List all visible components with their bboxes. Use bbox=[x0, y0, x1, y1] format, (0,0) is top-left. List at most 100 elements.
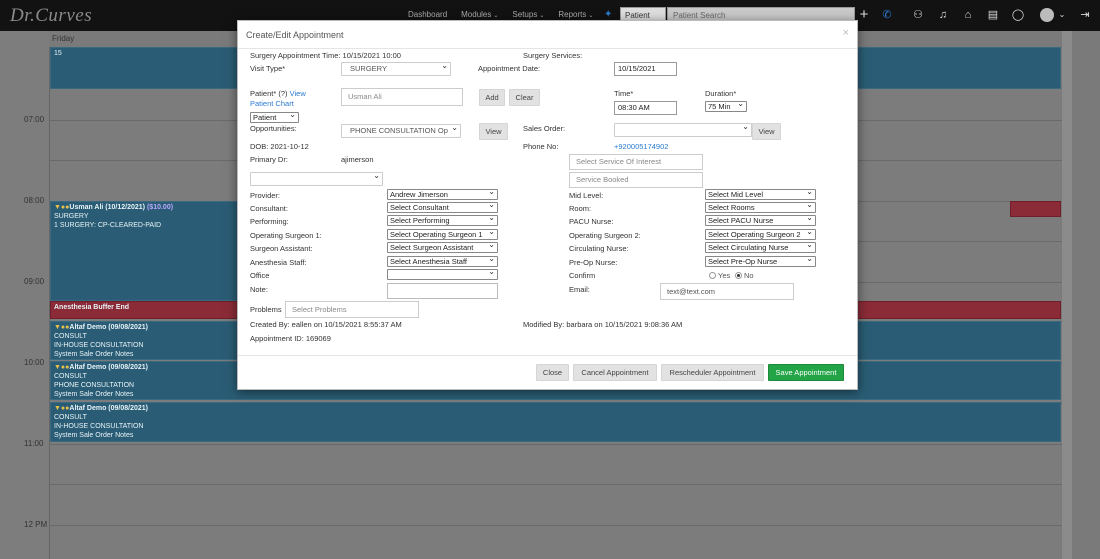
time-label: Time* bbox=[614, 89, 634, 98]
phone-label: Phone No: bbox=[523, 142, 559, 151]
visit-type-select[interactable]: SURGERY bbox=[341, 62, 451, 76]
operating-surgeon-2-label: Operating Surgeon 2: bbox=[569, 231, 641, 240]
confirm-no-radio[interactable] bbox=[735, 272, 742, 279]
menu-dashboard[interactable]: Dashboard bbox=[408, 10, 447, 19]
phone-icon[interactable]: ✆ bbox=[879, 7, 895, 23]
brand-logo[interactable]: Dr.Curves bbox=[10, 5, 92, 27]
surgeon-assistant-select[interactable]: Select Surgeon Assistant bbox=[387, 242, 498, 253]
close-icon[interactable]: × bbox=[843, 27, 849, 39]
primary-dr-label: Primary Dr: bbox=[250, 155, 288, 164]
performing-select[interactable]: Select Performing bbox=[387, 215, 498, 226]
calendar-event[interactable]: ▼●●Altaf Demo (09/08/2021) CONSULT IN-HO… bbox=[50, 402, 1061, 442]
appointment-date-label: Appointment Date: bbox=[478, 64, 541, 73]
circulating-nurse-select[interactable]: Select Circulating Nurse bbox=[705, 242, 816, 253]
opportunities-select[interactable]: PHONE CONSULTATION Op bbox=[341, 124, 461, 138]
provider-select[interactable]: Andrew Jimerson bbox=[387, 189, 498, 200]
pacu-nurse-label: PACU Nurse: bbox=[569, 217, 614, 226]
problems-label: Problems bbox=[250, 305, 282, 314]
duration-label: Duration* bbox=[705, 89, 737, 98]
office-label: Office bbox=[250, 271, 270, 280]
modal-title: Create/Edit Appointment bbox=[246, 30, 344, 40]
time-label: 08:00 bbox=[24, 196, 45, 205]
patient-type-select[interactable]: Patient bbox=[250, 112, 299, 123]
appointment-date-input[interactable]: 10/15/2021 bbox=[614, 62, 677, 76]
room-select[interactable]: Select Rooms bbox=[705, 202, 816, 213]
modified-by-text: Modified By: barbara on 10/15/2021 9:08:… bbox=[523, 320, 683, 329]
save-appointment-button[interactable]: Save Appointment bbox=[768, 364, 844, 381]
patient-label: Patient* (?) View Patient Chart bbox=[250, 89, 306, 108]
note-label: Note: bbox=[250, 285, 268, 294]
message-icon[interactable]: ▤ bbox=[985, 7, 1001, 23]
performing-label: Performing: bbox=[250, 217, 289, 226]
confirm-no-label: No bbox=[744, 271, 754, 280]
sales-order-label: Sales Order: bbox=[523, 124, 566, 133]
view-opportunity-button[interactable]: View bbox=[479, 123, 508, 140]
menu-setups[interactable]: Setups ⌄ bbox=[512, 10, 544, 19]
avatar[interactable] bbox=[1040, 8, 1054, 22]
menu-modules[interactable]: Modules ⌄ bbox=[461, 10, 498, 19]
pre-op-nurse-label: Pre-Op Nurse: bbox=[569, 258, 618, 267]
time-label: 07:00 bbox=[24, 115, 45, 124]
calendar-event-overlap[interactable] bbox=[1010, 201, 1061, 217]
duration-select[interactable]: 75 Min bbox=[705, 101, 747, 112]
patient-input[interactable]: Usman Ali bbox=[341, 88, 463, 106]
bell-icon[interactable]: ♫ bbox=[935, 7, 951, 23]
confirm-yes-label: Yes bbox=[718, 271, 731, 280]
chevron-down-icon: ⌄ bbox=[588, 13, 594, 19]
pacu-nurse-select[interactable]: Select PACU Nurse bbox=[705, 215, 816, 226]
confirm-yes-radio[interactable] bbox=[709, 272, 716, 279]
chevron-down-icon: ⌄ bbox=[493, 13, 499, 19]
note-textarea[interactable] bbox=[387, 283, 498, 299]
time-label: 10:00 bbox=[24, 358, 45, 367]
home-icon[interactable]: ⌂ bbox=[960, 7, 976, 23]
event-status-icons: ▼●● bbox=[54, 364, 70, 371]
mid-level-select[interactable]: Select Mid Level bbox=[705, 189, 816, 200]
primary-dr-value: ajimerson bbox=[341, 155, 374, 164]
pre-op-nurse-select[interactable]: Select Pre-Op Nurse bbox=[705, 256, 816, 267]
cancel-appointment-button[interactable]: Cancel Appointment bbox=[573, 364, 657, 381]
view-sales-order-button[interactable]: View bbox=[752, 123, 781, 140]
email-label: Email: bbox=[569, 285, 590, 294]
operating-surgeon-1-select[interactable]: Select Operating Surgeon 1 bbox=[387, 229, 498, 240]
confirm-label: Confirm bbox=[569, 271, 596, 280]
grid-line bbox=[50, 525, 1062, 526]
problems-input[interactable]: Select Problems bbox=[285, 301, 419, 318]
visit-type-label: Visit Type* bbox=[250, 64, 286, 73]
time-input[interactable]: 08:30 AM bbox=[614, 101, 677, 115]
logout-icon[interactable]: ⇥ bbox=[1077, 7, 1093, 23]
chevron-down-icon[interactable]: ⌄ bbox=[1054, 7, 1070, 23]
clear-patient-button[interactable]: Clear bbox=[509, 89, 540, 106]
close-button[interactable]: Close bbox=[536, 364, 569, 381]
circulating-nurse-label: Circulating Nurse: bbox=[569, 244, 629, 253]
primary-dr-select[interactable] bbox=[250, 172, 383, 186]
email-input[interactable]: text@text.com bbox=[660, 283, 794, 300]
reschedule-appointment-button[interactable]: Rescheduler Appointment bbox=[661, 364, 764, 381]
time-column: 07:00 08:00 09:00 10:00 11:00 12 PM bbox=[0, 31, 49, 559]
chevron-down-icon: ⌄ bbox=[539, 13, 545, 19]
provider-label: Provider: bbox=[250, 191, 281, 200]
sales-order-select[interactable] bbox=[614, 123, 752, 137]
grid-line bbox=[50, 484, 1062, 485]
surgery-time-label: Surgery Appointment Time: 10/15/2021 10:… bbox=[250, 51, 401, 60]
service-booked-input[interactable]: Service Booked bbox=[569, 172, 703, 188]
scrollbar[interactable] bbox=[1062, 31, 1072, 559]
menu-reports[interactable]: Reports ⌄ bbox=[558, 10, 593, 19]
consultant-label: Consultant: bbox=[250, 204, 288, 213]
anesthesia-staff-label: Anesthesia Staff: bbox=[250, 258, 307, 267]
operating-surgeon-2-select[interactable]: Select Operating Surgeon 2 bbox=[705, 229, 816, 240]
service-interest-input[interactable]: Select Service Of Interest bbox=[569, 154, 703, 170]
anesthesia-staff-select[interactable]: Select Anesthesia Staff bbox=[387, 256, 498, 267]
chat-icon[interactable]: ◯ bbox=[1010, 7, 1026, 23]
add-patient-button[interactable]: Add bbox=[479, 89, 505, 106]
pin-icon[interactable]: ✦ bbox=[604, 9, 612, 20]
phone-link[interactable]: +920005174902 bbox=[614, 142, 668, 151]
user-search-icon[interactable]: ⚇ bbox=[910, 7, 926, 23]
add-icon[interactable]: + bbox=[856, 7, 872, 23]
event-status-icons: ▼●● bbox=[54, 405, 70, 412]
surgery-services-label: Surgery Services: bbox=[523, 51, 583, 60]
operating-surgeon-1-label: Operating Surgeon 1: bbox=[250, 231, 322, 240]
grid-line bbox=[50, 444, 1062, 445]
consultant-select[interactable]: Select Consultant bbox=[387, 202, 498, 213]
surgeon-assistant-label: Surgeon Assistant: bbox=[250, 244, 313, 253]
office-select[interactable] bbox=[387, 269, 498, 280]
